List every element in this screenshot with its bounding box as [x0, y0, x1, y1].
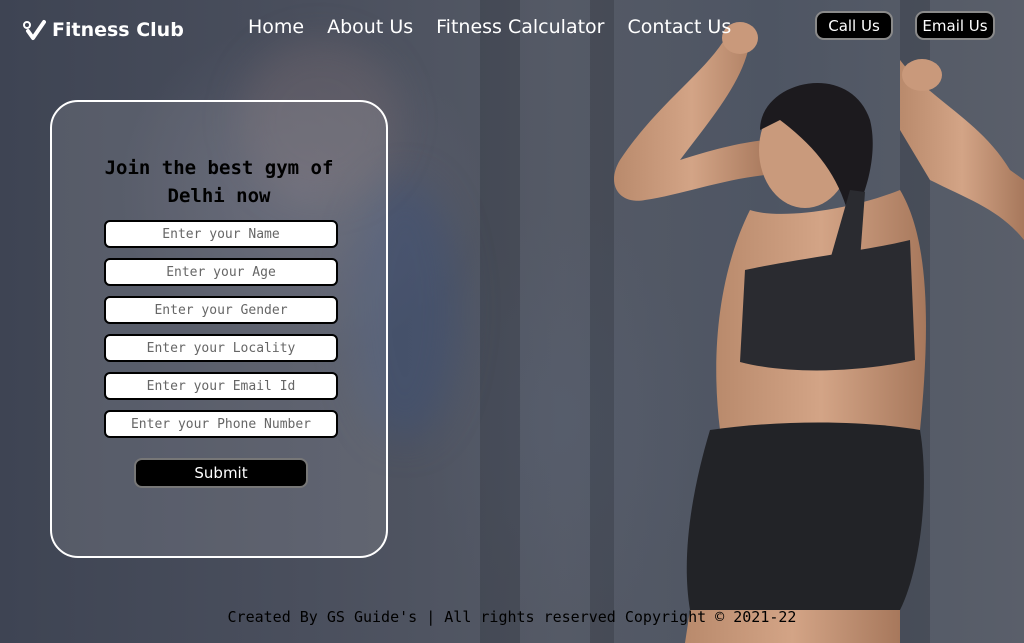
age-input[interactable]	[104, 258, 338, 286]
email-input[interactable]	[104, 372, 338, 400]
nav-contact-us[interactable]: Contact Us	[627, 16, 731, 38]
footer-copyright: Created By GS Guide's | All rights reser…	[227, 608, 797, 626]
form-title: Join the best gym of Delhi now	[52, 154, 386, 210]
athlete-image	[614, 22, 1024, 643]
form-title-line-1: Join the best gym of	[104, 157, 334, 179]
brand-name: Fitness Club	[52, 19, 184, 41]
submit-button[interactable]: Submit	[134, 458, 308, 488]
main-nav: Home About Us Fitness Calculator Contact…	[248, 16, 731, 38]
nav-about-us[interactable]: About Us	[327, 16, 413, 38]
call-us-button[interactable]: Call Us	[815, 11, 893, 40]
heart-check-icon	[23, 20, 46, 40]
locality-input[interactable]	[104, 334, 338, 362]
phone-input[interactable]	[104, 410, 338, 438]
email-us-button[interactable]: Email Us	[915, 11, 995, 40]
signup-form-card: Join the best gym of Delhi now Submit	[50, 100, 388, 558]
nav-home[interactable]: Home	[248, 16, 304, 38]
gender-input[interactable]	[104, 296, 338, 324]
form-title-line-2: Delhi now	[167, 185, 271, 207]
name-input[interactable]	[104, 220, 338, 248]
nav-fitness-calculator[interactable]: Fitness Calculator	[436, 16, 604, 38]
brand-logo[interactable]: Fitness Club	[22, 18, 184, 42]
